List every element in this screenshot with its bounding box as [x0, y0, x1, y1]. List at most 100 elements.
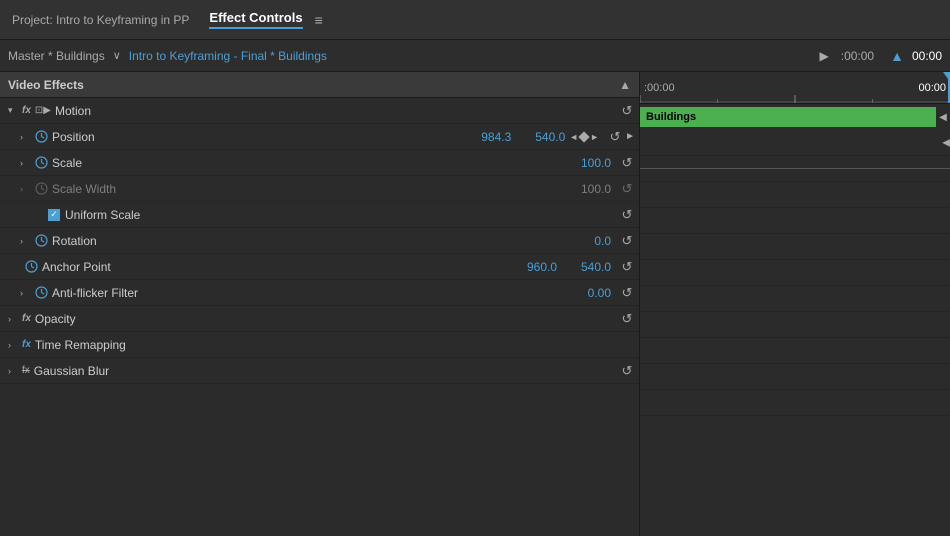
checkbox-check-icon: ✓	[50, 209, 58, 220]
rotation-label: Rotation	[52, 234, 561, 248]
master-clip-label: Master * Buildings	[8, 49, 105, 63]
anti-flicker-row: › Anti-flicker Filter 0.00 ↺	[0, 280, 639, 306]
scale-value[interactable]: 100.0	[561, 156, 611, 170]
timeline-opacity-row	[640, 338, 950, 364]
timeline-gaussian-blur-row	[640, 390, 950, 416]
position-clock-icon[interactable]	[34, 130, 48, 144]
scale-row: › Scale 100.0 ↺	[0, 150, 639, 176]
timeline-uniform-scale-row	[640, 234, 950, 260]
right-panel: :00:00 00:00 Buildings	[640, 72, 950, 536]
video-effects-collapse-icon[interactable]: ▲	[619, 78, 631, 92]
position-label: Position	[52, 130, 461, 144]
time-right: 00:00	[912, 49, 942, 63]
scale-width-label: Scale Width	[52, 182, 561, 196]
scale-width-clock-icon[interactable]	[34, 182, 48, 196]
tab-effect-controls[interactable]: Effect Controls	[209, 10, 302, 29]
video-effects-header: Video Effects ▲	[0, 72, 639, 98]
opacity-reset-btn[interactable]: ↺	[619, 311, 635, 327]
left-panel: Video Effects ▲ ▾ fx ⊡▶ Motion ↺ ›	[0, 72, 640, 536]
timeline-scale-row	[640, 182, 950, 208]
tab-menu-icon[interactable]: ≡	[315, 12, 323, 28]
pin-icon[interactable]: ▲	[890, 48, 904, 64]
motion-reset-btn[interactable]: ↺	[619, 103, 635, 119]
anchor-point-y-value[interactable]: 540.0	[561, 260, 611, 274]
anti-flicker-value[interactable]: 0.00	[561, 286, 611, 300]
time-left: :00:00	[841, 49, 874, 63]
scale-width-expand-arrow[interactable]: ›	[20, 184, 30, 194]
gaussian-blur-row: › fx Gaussian Blur ↺	[0, 358, 639, 384]
time-remapping-expand-arrow[interactable]: ›	[8, 340, 18, 350]
position-row: › Position 984.3 540.0 ◄ ► ↺ ►	[0, 124, 639, 150]
gaussian-blur-expand-arrow[interactable]: ›	[8, 366, 18, 376]
anchor-point-clock-icon[interactable]	[24, 260, 38, 274]
time-remapping-fx-badge: fx	[22, 339, 31, 350]
rotation-clock-icon[interactable]	[34, 234, 48, 248]
anti-flicker-label: Anti-flicker Filter	[52, 286, 561, 300]
scale-expand-arrow[interactable]: ›	[20, 158, 30, 168]
scale-clock-icon[interactable]	[34, 156, 48, 170]
opacity-fx-badge: fx	[22, 313, 31, 324]
position-nav-arrows: ◄ ►	[569, 132, 599, 142]
motion-label: Motion	[55, 104, 615, 118]
rotation-value[interactable]: 0.0	[561, 234, 611, 248]
motion-row: ▾ fx ⊡▶ Motion ↺	[0, 98, 639, 124]
time-remapping-label: Time Remapping	[35, 338, 635, 352]
timeline-position-row	[640, 156, 950, 182]
timeline-scale-width-row	[640, 208, 950, 234]
position-next-keyframe[interactable]: ►	[590, 132, 599, 142]
rotation-expand-arrow[interactable]: ›	[20, 236, 30, 246]
sequence-label: Intro to Keyframing - Final * Buildings	[129, 49, 327, 63]
clip-bar[interactable]: Buildings	[640, 107, 950, 127]
timeline-motion-collapse[interactable]: ◀	[942, 137, 950, 148]
timeline-rotation-row	[640, 260, 950, 286]
gaussian-blur-label: Gaussian Blur	[34, 364, 615, 378]
master-dropdown-icon[interactable]: ∨	[109, 47, 125, 64]
uniform-scale-checkbox[interactable]: ✓	[48, 209, 60, 221]
timeline-anti-flicker-row	[640, 312, 950, 338]
motion-expand-arrow[interactable]: ▾	[8, 105, 18, 116]
video-effects-label: Video Effects	[8, 78, 619, 92]
tab-bar: Effect Controls ≡	[209, 10, 322, 29]
position-add-keyframe[interactable]	[579, 131, 590, 142]
position-x-value[interactable]: 984.3	[461, 130, 511, 144]
position-reset-btn[interactable]: ↺	[607, 129, 623, 145]
timeline-anchor-point-row	[640, 286, 950, 312]
uniform-scale-reset-btn[interactable]: ↺	[619, 207, 635, 223]
main-content: Video Effects ▲ ▾ fx ⊡▶ Motion ↺ ›	[0, 72, 950, 536]
position-y-value[interactable]: 540.0	[515, 130, 565, 144]
anti-flicker-reset-btn[interactable]: ↺	[619, 285, 635, 301]
clip-label: Buildings	[646, 111, 696, 123]
motion-transform-icon: ⊡▶	[35, 105, 51, 116]
position-timeline-arrow[interactable]: ►	[625, 131, 635, 142]
opacity-expand-arrow[interactable]: ›	[8, 314, 18, 324]
scale-width-reset-btn[interactable]: ↺	[619, 181, 635, 197]
scale-width-row: › Scale Width 100.0 ↺	[0, 176, 639, 202]
gaussian-blur-reset-btn[interactable]: ↺	[619, 363, 635, 379]
anti-flicker-clock-icon[interactable]	[34, 286, 48, 300]
clip-collapse-btn[interactable]: ◀	[936, 107, 950, 127]
time-remapping-row: › fx Time Remapping	[0, 332, 639, 358]
project-title: Project: Intro to Keyframing in PP	[12, 13, 189, 27]
gaussian-blur-fx-badge: fx	[22, 365, 30, 376]
playhead-triangle	[943, 72, 950, 79]
rotation-reset-btn[interactable]: ↺	[619, 233, 635, 249]
position-expand-arrow[interactable]: ›	[20, 132, 30, 142]
anchor-point-label: Anchor Point	[42, 260, 507, 274]
position-prev-keyframe[interactable]: ◄	[569, 132, 578, 142]
clip-collapse-icon: ◀	[939, 112, 947, 123]
play-icon[interactable]: ▶	[820, 49, 829, 63]
motion-fx-badge: fx	[22, 105, 31, 116]
secondary-header: Master * Buildings ∨ Intro to Keyframing…	[0, 40, 950, 72]
opacity-label: Opacity	[35, 312, 615, 326]
scale-width-value: 100.0	[561, 182, 611, 196]
timeline-time-remap-row	[640, 364, 950, 390]
timeline-ruler-header: :00:00 00:00	[640, 72, 950, 104]
opacity-row: › fx Opacity ↺	[0, 306, 639, 332]
rotation-row: › Rotation 0.0 ↺	[0, 228, 639, 254]
anti-flicker-expand-arrow[interactable]: ›	[20, 288, 30, 298]
anchor-point-x-value[interactable]: 960.0	[507, 260, 557, 274]
scale-label: Scale	[52, 156, 561, 170]
scale-reset-btn[interactable]: ↺	[619, 155, 635, 171]
clip-bar-container: Buildings ◀	[640, 104, 950, 130]
anchor-point-reset-btn[interactable]: ↺	[619, 259, 635, 275]
